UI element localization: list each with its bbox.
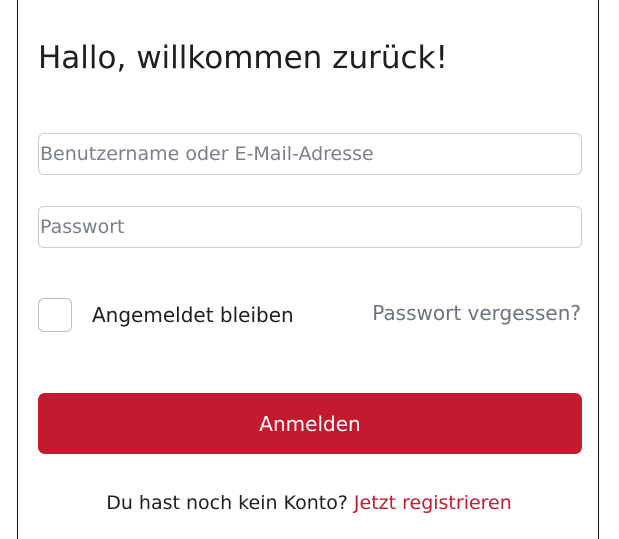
forgot-password-link[interactable]: Passwort vergessen? [372, 301, 581, 325]
page-title: Hallo, willkommen zurück! [38, 40, 448, 76]
register-link[interactable]: Jetzt registrieren [354, 492, 512, 514]
remember-me-row: Angemeldet bleiben [38, 296, 294, 334]
username-input[interactable] [39, 134, 581, 174]
username-field[interactable] [38, 133, 582, 175]
remember-me-checkbox[interactable] [38, 298, 72, 332]
password-input[interactable] [39, 207, 581, 247]
login-button[interactable]: Anmelden [38, 393, 582, 454]
remember-me-label[interactable]: Angemeldet bleiben [92, 303, 294, 327]
register-prompt: Du hast noch kein Konto? [106, 492, 348, 514]
login-card: Hallo, willkommen zurück! Angemeldet ble… [17, 0, 599, 539]
password-field[interactable] [38, 206, 582, 248]
register-line: Du hast noch kein Konto? Jetzt registrier… [18, 492, 600, 514]
